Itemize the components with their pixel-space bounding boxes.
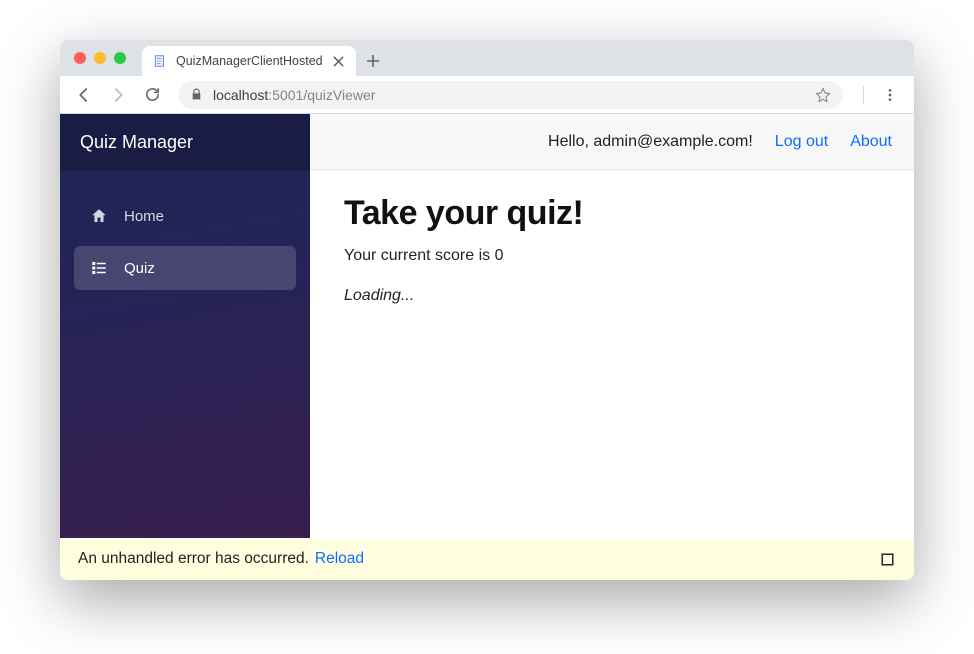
url-port: :5001 — [268, 87, 303, 103]
minimize-window-button[interactable] — [94, 52, 106, 64]
browser-tab[interactable]: QuizManagerClientHosted — [142, 46, 356, 76]
brand-title: Quiz Manager — [60, 114, 310, 170]
toolbar-divider — [863, 86, 864, 104]
sidebar: Quiz Manager Home Quiz — [60, 114, 310, 538]
forward-button[interactable] — [104, 81, 132, 109]
reload-button[interactable] — [138, 81, 166, 109]
close-window-button[interactable] — [74, 52, 86, 64]
new-tab-button[interactable] — [356, 46, 390, 76]
tab-title: QuizManagerClientHosted — [176, 54, 323, 68]
score-prefix: Your current score is — [344, 247, 495, 264]
home-icon — [90, 207, 108, 225]
window-controls — [74, 52, 126, 64]
sidebar-item-label: Home — [124, 208, 164, 225]
loading-text: Loading... — [344, 287, 880, 305]
page-title: Take your quiz! — [344, 194, 880, 233]
lock-icon — [190, 88, 203, 101]
sidebar-item-home[interactable]: Home — [74, 194, 296, 238]
maximize-window-button[interactable] — [114, 52, 126, 64]
error-message: An unhandled error has occurred. — [78, 550, 309, 568]
titlebar: QuizManagerClientHosted — [60, 40, 914, 76]
browser-toolbar: localhost:5001/quizViewer — [60, 76, 914, 114]
back-button[interactable] — [70, 81, 98, 109]
url-path: /quizViewer — [303, 87, 375, 103]
sidebar-item-quiz[interactable]: Quiz — [74, 246, 296, 290]
bookmark-star-icon[interactable] — [815, 87, 831, 103]
browser-menu-button[interactable] — [876, 81, 904, 109]
greeting-text: Hello, admin@example.com! — [548, 133, 753, 151]
main-content: Take your quiz! Your current score is 0 … — [310, 170, 914, 329]
tab-close-icon[interactable] — [331, 56, 346, 67]
url-host: localhost — [213, 87, 268, 103]
error-banner: An unhandled error has occurred. Reload — [60, 538, 914, 580]
sidebar-nav: Home Quiz — [60, 170, 310, 290]
url-text: localhost:5001/quizViewer — [213, 87, 805, 103]
score-line: Your current score is 0 — [344, 247, 880, 265]
error-dismiss-button[interactable] — [878, 550, 896, 568]
tab-strip: QuizManagerClientHosted — [142, 40, 390, 76]
about-link[interactable]: About — [850, 133, 892, 151]
logout-link[interactable]: Log out — [775, 133, 828, 151]
list-icon — [90, 259, 108, 277]
browser-window: QuizManagerClientHosted — [60, 40, 914, 580]
score-value: 0 — [495, 247, 504, 264]
sidebar-item-label: Quiz — [124, 260, 155, 277]
error-reload-link[interactable]: Reload — [315, 550, 364, 568]
topbar: Hello, admin@example.com! Log out About — [310, 114, 914, 170]
address-bar[interactable]: localhost:5001/quizViewer — [178, 81, 843, 109]
app-viewport: Quiz Manager Home Quiz — [60, 114, 914, 580]
content-area: Hello, admin@example.com! Log out About … — [310, 114, 914, 538]
tab-favicon-icon — [152, 53, 168, 69]
